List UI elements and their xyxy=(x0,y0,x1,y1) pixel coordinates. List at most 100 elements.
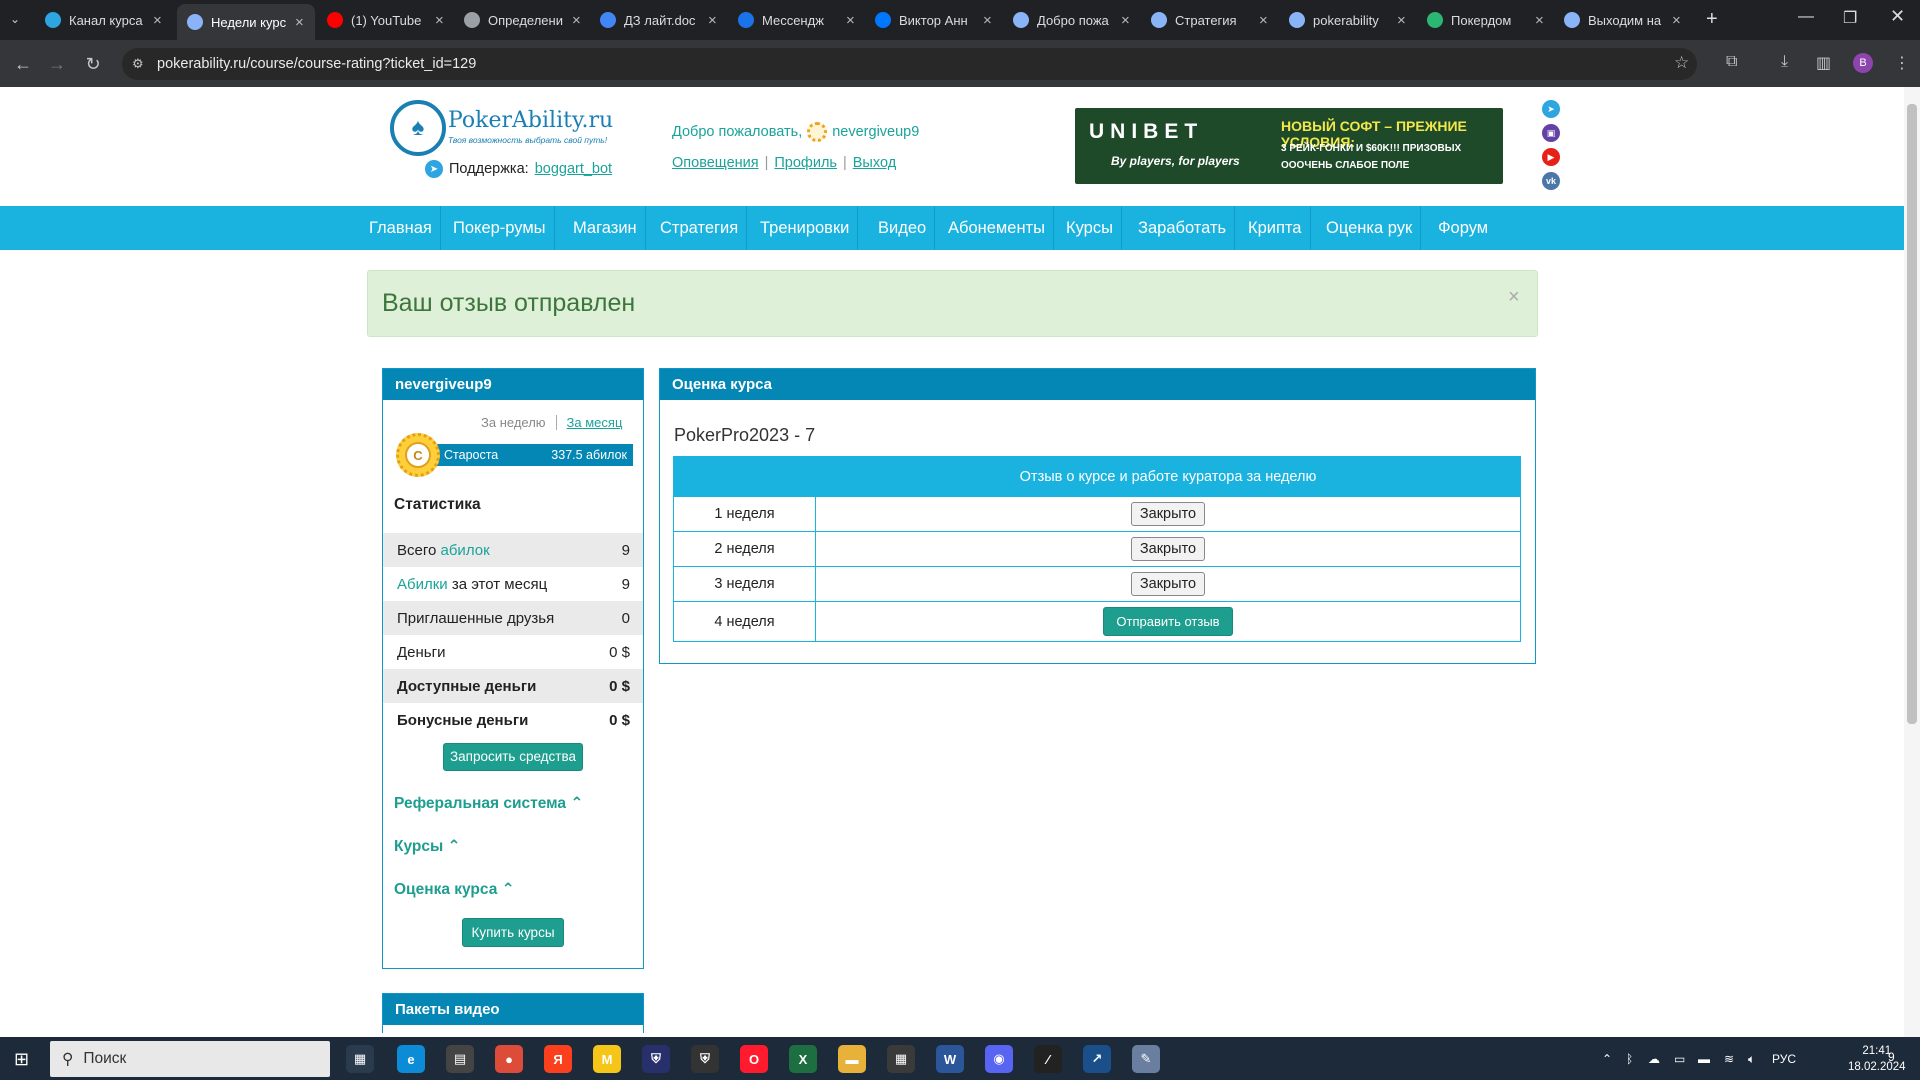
tab-close-icon[interactable]: × xyxy=(572,12,582,29)
profile-link[interactable]: Профиль xyxy=(774,155,837,171)
language-indicator[interactable]: РУС xyxy=(1772,1052,1796,1066)
nav-item-7[interactable]: Абонементы xyxy=(940,206,1054,250)
tab-9[interactable]: Стратегия × xyxy=(1141,6,1279,34)
excel-icon[interactable]: X xyxy=(789,1045,817,1073)
stat-link[interactable]: абилок xyxy=(441,542,490,559)
task-view-icon[interactable]: ▦ xyxy=(346,1045,374,1073)
twitch-icon[interactable]: ▣ xyxy=(1542,124,1560,142)
battery-icon[interactable]: ▬ xyxy=(1698,1052,1710,1066)
url-text[interactable]: pokerability.ru/course/course-rating?tic… xyxy=(157,56,476,72)
stat-link[interactable]: Абилки xyxy=(397,576,448,593)
tab-close-icon[interactable]: × xyxy=(1259,12,1269,29)
bluetooth-icon[interactable]: ᛒ xyxy=(1626,1052,1633,1066)
bookmark-star-icon[interactable]: ☆ xyxy=(1674,53,1689,73)
tab-close-icon[interactable]: × xyxy=(1121,12,1131,29)
period-week[interactable]: За неделю xyxy=(481,415,546,430)
tab-close-icon[interactable]: × xyxy=(846,12,856,29)
nav-item-9[interactable]: Заработать xyxy=(1130,206,1236,250)
forward-icon[interactable]: → xyxy=(44,52,70,76)
buy-courses-button[interactable]: Купить курсы xyxy=(462,918,564,947)
vk-icon[interactable]: vk xyxy=(1542,172,1560,190)
tab-10[interactable]: pokerability × xyxy=(1279,6,1417,34)
store-icon[interactable]: ▤ xyxy=(446,1045,474,1073)
nav-item-3[interactable]: Магазин xyxy=(565,206,646,250)
header-username[interactable]: nevergiveup9 xyxy=(832,124,919,140)
word-icon[interactable]: W xyxy=(936,1045,964,1073)
nav-item-8[interactable]: Курсы xyxy=(1058,206,1122,250)
shield-app-icon[interactable]: ⛨ xyxy=(642,1045,670,1073)
profile-avatar[interactable]: B xyxy=(1853,53,1873,73)
tab-8[interactable]: Добро пожа × xyxy=(1003,6,1141,34)
support-bot-link[interactable]: boggart_bot xyxy=(535,161,612,177)
volume-icon[interactable]: 🔈︎ xyxy=(1748,1052,1755,1067)
course-rating-toggle[interactable]: Оценка курса ⌃ xyxy=(394,880,515,899)
tab-close-icon[interactable]: × xyxy=(153,12,163,29)
nav-item-12[interactable]: Форум xyxy=(1430,206,1496,250)
send-review-button[interactable]: Отправить отзыв xyxy=(1103,607,1233,636)
tab-5[interactable]: ДЗ лайт.doc × xyxy=(590,6,728,34)
download-icon[interactable]: ⤓ xyxy=(1781,53,1788,71)
app-icon[interactable]: ∕ xyxy=(1034,1045,1062,1073)
windows-start-icon[interactable]: ⊞ xyxy=(14,1049,29,1070)
period-month[interactable]: За месяц xyxy=(555,415,623,430)
tab-close-icon[interactable]: × xyxy=(983,12,993,29)
tab-4[interactable]: Определени × xyxy=(454,6,592,34)
youtube-icon[interactable]: ▶ xyxy=(1542,148,1560,166)
tab-close-icon[interactable]: × xyxy=(295,14,305,31)
logo-icon[interactable]: ♠ xyxy=(390,100,446,156)
tab-11[interactable]: Покердом × xyxy=(1417,6,1555,34)
tab-3[interactable]: (1) YouTube × xyxy=(317,6,455,34)
chrome-icon[interactable]: ● xyxy=(495,1045,523,1073)
closed-button[interactable]: Закрыто xyxy=(1130,572,1206,596)
calculator-icon[interactable]: ▦ xyxy=(887,1045,915,1073)
closed-button[interactable]: Закрыто xyxy=(1130,537,1206,561)
reload-icon[interactable]: ↻ xyxy=(80,52,106,76)
nav-item-10[interactable]: Крипта xyxy=(1240,206,1311,250)
unibet-banner[interactable]: UNIBET By players, for players НОВЫЙ СОФ… xyxy=(1075,108,1503,184)
logo-title[interactable]: PokerAbility.ru xyxy=(448,108,613,133)
telegram-icon[interactable]: ➤ xyxy=(1542,100,1560,118)
minimize-icon[interactable]: — xyxy=(1798,8,1814,26)
tab-search-icon[interactable]: ⌄ xyxy=(10,12,20,26)
restore-icon[interactable]: ❐ xyxy=(1843,8,1857,28)
menu-icon[interactable]: ⋮ xyxy=(1894,53,1910,73)
referral-toggle[interactable]: Реферальная система ⌃ xyxy=(394,794,583,813)
closed-button[interactable]: Закрыто xyxy=(1130,502,1206,526)
site-info-icon[interactable]: ⚙ xyxy=(132,56,144,72)
tab-close-icon[interactable]: × xyxy=(708,12,718,29)
clock[interactable]: 21:41 18.02.2024 xyxy=(1848,1043,1906,1075)
app-icon[interactable]: ✎ xyxy=(1132,1045,1160,1073)
tab-12[interactable]: Выходим на × xyxy=(1554,6,1692,34)
tray-chevron-icon[interactable]: ⌃ xyxy=(1602,1052,1612,1066)
shield-app-icon[interactable]: ⛨ xyxy=(691,1045,719,1073)
tab-close-icon[interactable]: × xyxy=(1397,12,1407,29)
side-panel-icon[interactable]: ▥ xyxy=(1816,53,1831,73)
tab-6[interactable]: Мессендж × xyxy=(728,6,866,34)
close-icon[interactable]: × xyxy=(1508,286,1520,309)
tab-1[interactable]: Канал курса × xyxy=(35,6,173,34)
folder-icon[interactable]: ▬ xyxy=(838,1045,866,1073)
close-window-icon[interactable]: ✕ xyxy=(1890,6,1905,27)
cloud-icon[interactable]: ☁ xyxy=(1648,1052,1660,1066)
nav-item-4[interactable]: Стратегия xyxy=(652,206,748,250)
tab-close-icon[interactable]: × xyxy=(435,12,445,29)
extensions-icon[interactable]: ⧉ xyxy=(1726,53,1737,71)
opera-icon[interactable]: O xyxy=(740,1045,768,1073)
edge-icon[interactable]: e xyxy=(397,1045,425,1073)
nav-item-6[interactable]: Видео xyxy=(870,206,936,250)
tab-7[interactable]: Виктор Анн × xyxy=(865,6,1003,34)
new-tab-button[interactable]: + xyxy=(1706,8,1718,31)
tab-close-icon[interactable]: × xyxy=(1672,12,1682,29)
back-icon[interactable]: ← xyxy=(10,52,36,76)
wifi-icon[interactable]: ≋ xyxy=(1724,1052,1734,1066)
nav-item-5[interactable]: Тренировки xyxy=(752,206,859,250)
logout-link[interactable]: Выход xyxy=(853,155,896,171)
nav-item-1[interactable]: Главная xyxy=(361,206,441,250)
scrollbar-thumb[interactable] xyxy=(1907,104,1917,724)
discord-icon[interactable]: ◉ xyxy=(985,1045,1013,1073)
tab-2[interactable]: Недели курс × xyxy=(177,4,315,40)
app-icon[interactable]: M xyxy=(593,1045,621,1073)
chart-app-icon[interactable]: ↗ xyxy=(1083,1045,1111,1073)
nav-item-11[interactable]: Оценка рук xyxy=(1318,206,1422,250)
notifications-link[interactable]: Оповещения xyxy=(672,155,759,171)
